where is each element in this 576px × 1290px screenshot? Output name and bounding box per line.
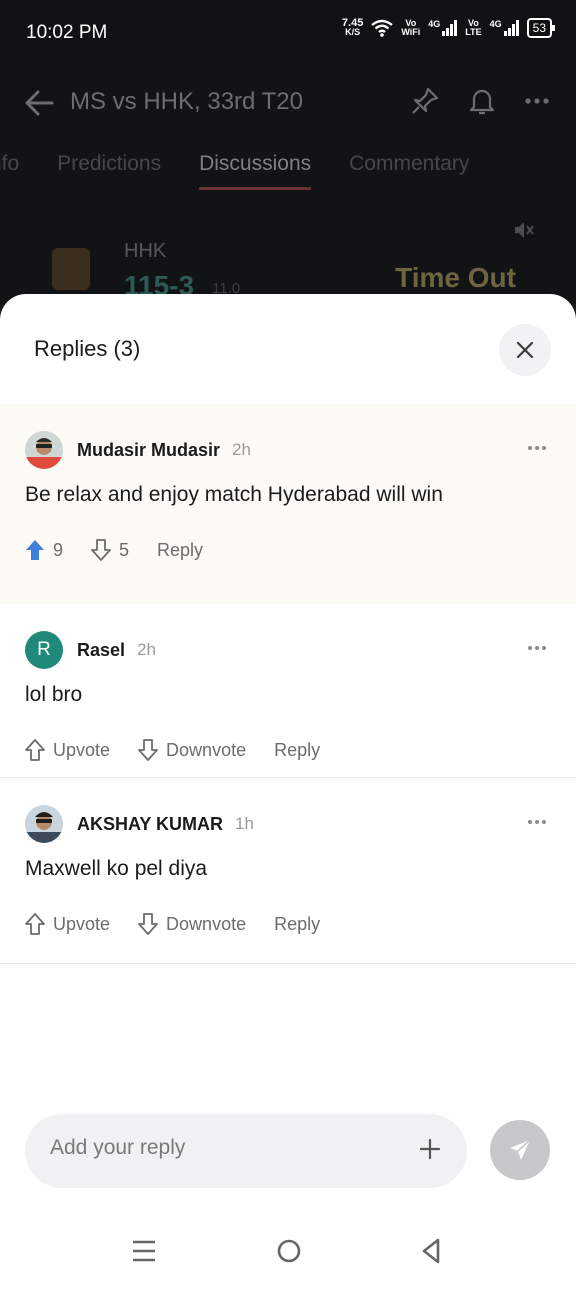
match-page-background: MS vs HHK, 33rd T20 nfo Predictions Disc… xyxy=(0,64,576,304)
upvote-button[interactable]: Upvote xyxy=(25,913,110,935)
mute-icon[interactable] xyxy=(512,218,536,242)
tab-info[interactable]: nfo xyxy=(0,152,19,176)
reply-time: 1h xyxy=(235,814,254,833)
back-icon[interactable] xyxy=(420,1238,442,1264)
match-tabs: nfo Predictions Discussions Commentary xyxy=(0,152,469,190)
reply-item: R Rasel 2h lol bro Upvote Downvote Reply xyxy=(0,604,576,778)
reply-item: AKSHAY KUMAR 1h Maxwell ko pel diya Upvo… xyxy=(0,778,576,964)
app-bar-actions xyxy=(410,86,550,116)
home-icon[interactable] xyxy=(276,1238,302,1264)
reply-item: Mudasir Mudasir 2h Be relax and enjoy ma… xyxy=(0,404,576,604)
send-button[interactable] xyxy=(490,1120,550,1180)
reply-time: 2h xyxy=(137,640,156,659)
upvote-filled-icon xyxy=(26,540,44,560)
downvote-button[interactable]: Downvote xyxy=(138,739,246,761)
battery-icon: 53 xyxy=(526,18,556,38)
user-photo-icon xyxy=(25,805,63,843)
pin-icon[interactable] xyxy=(410,86,440,116)
user-photo-icon xyxy=(25,431,63,469)
back-arrow-icon[interactable] xyxy=(22,86,56,120)
status-time: 10:02 PM xyxy=(26,22,108,43)
reply-button[interactable]: Reply xyxy=(157,540,203,561)
menu-icon[interactable] xyxy=(132,1238,156,1264)
reply-author[interactable]: AKSHAY KUMAR xyxy=(77,814,223,835)
avatar[interactable] xyxy=(25,805,63,843)
team-logo xyxy=(52,248,90,290)
replies-sheet: Replies (3) Mudasir Mudasir 2h Be relax xyxy=(0,294,576,1290)
system-nav-bar xyxy=(0,1214,576,1290)
downvote-button[interactable]: Downvote xyxy=(138,913,246,935)
more-options-icon[interactable] xyxy=(528,646,546,650)
reply-input[interactable] xyxy=(50,1136,390,1160)
upvote-icon xyxy=(25,739,45,761)
reply-author[interactable]: Mudasir Mudasir xyxy=(77,440,220,461)
volte-indicator: Vo LTE xyxy=(465,18,482,37)
plus-icon[interactable] xyxy=(419,1138,441,1160)
reply-actions: Upvote Downvote Reply xyxy=(25,906,551,942)
downvote-icon xyxy=(91,539,111,561)
bell-icon[interactable] xyxy=(468,86,496,116)
reply-text: Maxwell ko pel diya xyxy=(25,857,208,880)
tab-discussions[interactable]: Discussions xyxy=(199,152,312,190)
reply-header: AKSHAY KUMAR 1h xyxy=(25,804,551,844)
avatar-letter: R xyxy=(37,639,51,660)
send-icon xyxy=(510,1139,531,1160)
reply-text: lol bro xyxy=(25,683,83,706)
reply-button[interactable]: Reply xyxy=(274,914,320,935)
status-bar: 10:02 PM 7.45 K/S Vo WiFi 4G Vo LTE 4G 5… xyxy=(0,0,576,64)
reply-button[interactable]: Reply xyxy=(274,740,320,761)
reply-time: 2h xyxy=(232,440,251,459)
tab-commentary[interactable]: Commentary xyxy=(349,152,469,176)
more-icon[interactable] xyxy=(524,86,550,116)
match-status: Time Out xyxy=(395,262,516,293)
close-button[interactable] xyxy=(499,324,551,376)
avatar[interactable] xyxy=(25,431,63,469)
downvote-button[interactable]: 5 xyxy=(91,539,129,561)
sim1-signal: 4G xyxy=(428,20,458,36)
network-speed: 7.45 K/S xyxy=(341,17,364,37)
reply-input-container xyxy=(25,1114,467,1188)
tab-predictions[interactable]: Predictions xyxy=(57,152,161,176)
more-options-icon[interactable] xyxy=(528,820,546,824)
upvote-icon xyxy=(25,913,45,935)
status-icons: 7.45 K/S Vo WiFi 4G Vo LTE 4G 53 xyxy=(341,17,556,38)
signal-bars-icon xyxy=(503,20,519,36)
wifi-icon xyxy=(371,19,394,37)
sheet-header: Replies (3) xyxy=(0,294,576,404)
reply-header: Mudasir Mudasir 2h xyxy=(25,430,551,470)
app-bar: MS vs HHK, 33rd T20 xyxy=(0,64,576,140)
upvote-button[interactable]: 9 xyxy=(25,539,63,561)
team-name: HHK xyxy=(124,240,167,262)
upvote-button[interactable]: Upvote xyxy=(25,739,110,761)
match-title: MS vs HHK, 33rd T20 xyxy=(70,88,303,115)
downvote-icon xyxy=(138,913,158,935)
downvote-count: 5 xyxy=(119,539,130,560)
sim2-signal: 4G xyxy=(490,20,519,36)
vowifi-indicator: Vo WiFi xyxy=(401,18,421,37)
sheet-title: Replies (3) xyxy=(34,336,141,361)
reply-text: Be relax and enjoy match Hyderabad will … xyxy=(25,483,443,506)
close-icon xyxy=(516,341,534,359)
upvote-count: 9 xyxy=(53,539,64,560)
more-options-icon[interactable] xyxy=(528,446,546,450)
reply-actions: 9 5 Reply xyxy=(25,532,551,568)
reply-header: R Rasel 2h xyxy=(25,630,551,670)
reply-actions: Upvote Downvote Reply xyxy=(25,732,551,768)
downvote-icon xyxy=(138,739,158,761)
reply-author[interactable]: Rasel xyxy=(77,640,125,661)
avatar[interactable]: R xyxy=(25,631,63,669)
signal-bars-icon xyxy=(442,20,458,36)
